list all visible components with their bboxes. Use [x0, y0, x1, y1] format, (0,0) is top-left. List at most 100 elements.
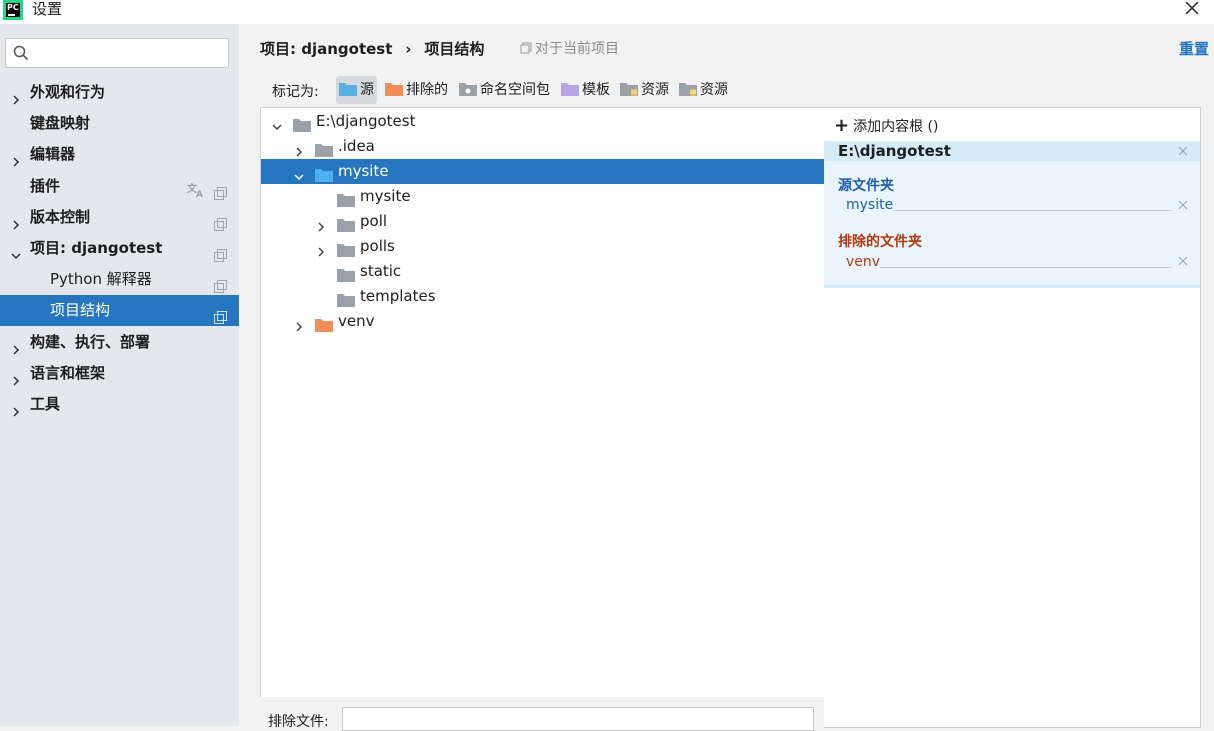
tree-row[interactable]: templates — [261, 284, 825, 309]
chevron-down-icon[interactable] — [271, 116, 283, 131]
content-root-card: E:\djangotest 源文件夹 mysite 排除的文件夹 venv — [824, 141, 1200, 287]
sidebar-item[interactable]: Python 解释器 — [0, 264, 239, 295]
plain-folder-icon — [337, 290, 355, 307]
mark-as-button[interactable]: 资源 — [617, 76, 672, 104]
chevron-right-icon[interactable] — [10, 148, 22, 167]
mark-as-button-label: 命名空间包 — [480, 82, 550, 98]
copy-icon — [214, 211, 227, 231]
remove-excluded-folder-icon[interactable] — [1178, 256, 1188, 266]
tree-row[interactable]: E:\djangotest — [261, 109, 825, 134]
reset-link[interactable]: 重置 — [1179, 38, 1209, 59]
sidebar-item[interactable]: 版本控制 — [0, 202, 239, 233]
sidebar-item-label: 版本控制 — [30, 207, 91, 226]
copy-icon — [214, 273, 227, 294]
mark-as-button-label: 模板 — [582, 82, 610, 98]
mark-as-button[interactable]: 命名空间包 — [456, 76, 553, 104]
plain-folder-icon — [293, 115, 311, 132]
sidebar-item[interactable]: 语言和框架 — [0, 358, 239, 389]
chevron-down-icon[interactable] — [293, 166, 305, 181]
tree-row-label: venv — [338, 312, 375, 330]
breadcrumb-project[interactable]: 项目: djangotest — [260, 40, 392, 58]
search-input[interactable] — [5, 38, 229, 68]
sidebar-item-label: Python 解释器 — [50, 270, 152, 289]
sidebar-item[interactable]: 构建、执行、部署 — [0, 327, 239, 358]
excluded-folder-icon — [385, 78, 403, 96]
divider — [880, 267, 1172, 268]
exclude-files-area: 排除文件: — [260, 697, 824, 731]
sidebar-item-label: 语言和框架 — [30, 363, 106, 382]
chevron-right-icon[interactable] — [293, 141, 305, 157]
plain-folder-icon — [337, 215, 355, 232]
exclude-files-input[interactable] — [342, 707, 814, 731]
sidebar-item[interactable]: 键盘映射 — [0, 108, 239, 139]
sidebar-item[interactable]: 插件 文 A — [0, 171, 239, 202]
content-root-path: E:\djangotest — [838, 142, 951, 160]
mark-as-button[interactable]: 源 — [336, 76, 377, 104]
tree-row-label: static — [360, 262, 402, 280]
excluded-folders-title: 排除的文件夹 — [838, 234, 922, 250]
chevron-right-icon[interactable] — [10, 398, 22, 417]
sidebar-item-label: 键盘映射 — [30, 114, 91, 133]
chevron-right-icon[interactable] — [10, 336, 22, 355]
chevron-right-icon[interactable] — [293, 316, 305, 332]
tree-row[interactable]: poll — [261, 209, 825, 234]
tree-row[interactable]: venv — [261, 309, 825, 334]
add-content-root-button[interactable]: + 添加内容根 () — [834, 115, 938, 136]
tree-row[interactable]: polls — [261, 234, 825, 259]
current-project-note: 对于当前项目 — [520, 38, 619, 58]
excluded-folder-entry[interactable]: venv — [846, 254, 880, 270]
translate-icon: 文A — [187, 178, 205, 200]
plus-icon: + — [834, 115, 850, 136]
remove-source-folder-icon[interactable] — [1178, 200, 1188, 210]
content-root-header: E:\djangotest — [824, 141, 1200, 161]
project-tree[interactable]: E:\djangotest .idea mysite mysite poll polls s… — [260, 107, 826, 698]
svg-text:A: A — [196, 190, 203, 198]
tree-row-label: poll — [360, 212, 388, 230]
remove-content-root-icon[interactable] — [1178, 146, 1188, 156]
chevron-right-icon[interactable] — [10, 211, 22, 230]
sidebar-item-label: 项目结构 — [50, 301, 111, 320]
sidebar-item[interactable]: 编辑器 — [0, 139, 239, 170]
tree-row[interactable]: .idea — [261, 134, 825, 159]
template-folder-icon — [561, 78, 579, 96]
mark-as-button-label: 资源 — [700, 82, 728, 98]
chevron-right-icon[interactable] — [10, 367, 22, 386]
copy-icon — [214, 242, 227, 262]
mark-as-button-label: 资源 — [641, 82, 669, 98]
tree-row[interactable]: mysite — [261, 184, 825, 209]
excluded-folder-icon — [315, 315, 333, 332]
settings-sidebar: 外观和行为键盘映射编辑器插件 文 A 版本控制项目: djangotest Python… — [0, 24, 239, 726]
mark-as-button-label: 源 — [360, 82, 374, 98]
content-root-panel: + 添加内容根 () E:\djangotest 源文件夹 mysite 排除的文… — [824, 107, 1201, 728]
chevron-down-icon[interactable] — [10, 242, 22, 260]
chevron-right-icon[interactable] — [315, 216, 327, 232]
breadcrumb-separator: › — [405, 40, 412, 58]
close-icon[interactable] — [1182, 0, 1202, 18]
sidebar-item[interactable]: 项目结构 — [0, 295, 239, 327]
tree-row-label: mysite — [338, 162, 389, 180]
sidebar-item-label: 插件 — [30, 176, 61, 195]
breadcrumb-page: 项目结构 — [424, 40, 485, 58]
add-content-root-label: 添加内容根 () — [853, 119, 939, 135]
sidebar-item[interactable]: 项目: djangotest — [0, 233, 239, 264]
divider — [894, 210, 1172, 211]
sidebar-item-label: 编辑器 — [30, 145, 76, 164]
sidebar-item-label: 构建、执行、部署 — [30, 332, 151, 351]
sidebar-item[interactable]: 工具 — [0, 389, 239, 420]
tree-row-label: .idea — [338, 137, 375, 155]
mark-as-button[interactable]: 排除的 — [382, 76, 451, 104]
mark-as-button[interactable]: 模板 — [558, 76, 613, 104]
sidebar-item-label: 工具 — [30, 395, 61, 413]
exclude-files-label: 排除文件: — [268, 714, 329, 730]
title-bar: 设置 — [0, 0, 1214, 24]
chevron-right-icon[interactable] — [10, 86, 22, 105]
mark-as-button[interactable]: 资源 — [676, 76, 731, 104]
tree-row[interactable]: static — [261, 259, 825, 284]
source-folder-icon — [315, 165, 333, 182]
source-folder-entry[interactable]: mysite — [846, 197, 893, 213]
sidebar-item[interactable]: 外观和行为 — [0, 77, 239, 108]
sidebar-item-label: 项目: djangotest — [30, 239, 163, 257]
tree-row[interactable]: mysite — [261, 159, 825, 184]
copy-icon — [520, 42, 532, 54]
chevron-right-icon[interactable] — [315, 241, 327, 257]
